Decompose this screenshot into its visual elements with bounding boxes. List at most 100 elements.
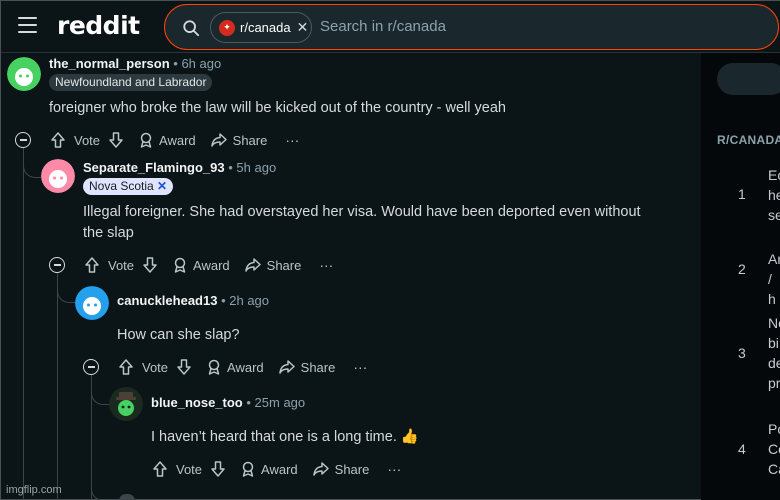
share-label: Share (232, 132, 268, 148)
award-button[interactable]: Award (171, 256, 230, 274)
sidebar-title: R/CANADA (717, 133, 780, 147)
thread-connector (57, 273, 75, 303)
comment-timestamp: 6h ago (181, 56, 222, 71)
rank-item-text: No bi de pr (768, 315, 780, 391)
avatar[interactable] (41, 159, 75, 193)
award-icon (208, 359, 220, 375)
thread-connector (91, 375, 109, 405)
collapse-thread-button[interactable] (15, 132, 31, 148)
comment-actions: Vote Award Share ··· (83, 254, 333, 276)
vote-label: Vote (142, 359, 169, 375)
subreddit-chip-label: r/canada (240, 20, 291, 35)
share-button[interactable]: Share (312, 460, 369, 478)
rank-item-text: Ec he se (768, 167, 780, 223)
user-flair: Newfoundland and Labrador (49, 74, 213, 91)
award-label: Award (227, 359, 264, 375)
right-sidebar: R/CANADA 1 Ec he se 2 Ar / h 3 No bi de … (701, 53, 780, 500)
comment-author[interactable]: the_normal_person • 6h ago (49, 56, 221, 71)
upvote-button[interactable] (49, 131, 67, 149)
share-button[interactable]: Share (278, 358, 336, 376)
avatar[interactable] (75, 286, 109, 320)
next-comment-avatar-partial (119, 494, 135, 500)
more-options-icon[interactable]: ··· (387, 461, 401, 477)
upvote-arrow-icon (119, 359, 133, 375)
user-flair: Nova Scotia ✕ (83, 178, 174, 195)
share-label: Share (300, 359, 336, 375)
rank-number: 3 (738, 345, 746, 361)
vote-label: Vote (74, 132, 101, 148)
share-icon (278, 360, 295, 374)
share-button[interactable]: Share (210, 131, 268, 149)
award-label: Award (159, 132, 196, 148)
comment-actions: Vote Award Share ··· (49, 129, 299, 151)
award-icon (140, 132, 152, 148)
downvote-button[interactable] (141, 256, 159, 274)
vote-label: Vote (176, 461, 203, 477)
award-icon (242, 461, 254, 477)
comment-author[interactable]: Separate_Flamingo_93 • 5h ago (83, 160, 276, 175)
rank-number: 4 (738, 441, 746, 457)
more-options-icon[interactable]: ··· (285, 132, 299, 148)
share-icon (210, 133, 227, 147)
award-label: Award (261, 461, 298, 477)
search-icon (183, 20, 200, 37)
more-options-icon[interactable]: ··· (353, 359, 367, 375)
comment-timestamp: 2h ago (229, 293, 270, 308)
upvote-arrow-icon (85, 257, 99, 273)
rank-item-text: Po Co Ca (768, 421, 780, 477)
award-button[interactable]: Award (137, 131, 196, 149)
avatar[interactable] (7, 57, 41, 91)
collapse-thread-button[interactable] (83, 359, 99, 375)
downvote-button[interactable] (209, 460, 227, 478)
share-icon (312, 462, 329, 476)
upvote-button[interactable] (83, 256, 101, 274)
award-button[interactable]: Award (239, 460, 298, 478)
rank-number: 2 (738, 261, 746, 277)
downvote-button[interactable] (175, 358, 193, 376)
share-button[interactable]: Share (244, 256, 302, 274)
search-bar[interactable]: ✦ r/canada ✕ (164, 4, 779, 50)
comment-body: How can she slap? (117, 327, 240, 343)
top-navigation-bar: reddit ✦ r/canada ✕ (1, 1, 780, 53)
collapse-thread-button[interactable] (49, 257, 65, 273)
downvote-arrow-icon (143, 257, 157, 273)
downvote-button[interactable] (107, 131, 125, 149)
thread-line-level-1 (57, 273, 58, 500)
comment-actions: Vote Award Share ··· (151, 458, 401, 480)
comment-timestamp: 25m ago (254, 395, 306, 410)
more-options-icon[interactable]: ··· (319, 257, 333, 273)
nova-scotia-flag-icon: ✕ (157, 179, 168, 193)
downvote-arrow-icon (211, 461, 225, 477)
watermark: imgflip.com (6, 484, 62, 496)
comment-timestamp: 5h ago (236, 160, 277, 175)
canada-flag-icon: ✦ (219, 19, 235, 36)
upvote-button[interactable] (151, 460, 169, 478)
award-button[interactable]: Award (205, 358, 264, 376)
comment-actions: Vote Award Share ··· (117, 356, 367, 378)
thread-connector (91, 456, 119, 500)
share-icon (244, 258, 261, 272)
upvote-button[interactable] (117, 358, 135, 376)
remove-filter-close-icon[interactable]: ✕ (297, 19, 309, 36)
comment-body: Illegal foreigner. She had overstayed he… (83, 204, 641, 241)
subreddit-filter-chip[interactable]: ✦ r/canada ✕ (210, 12, 312, 43)
share-label: Share (266, 257, 302, 273)
comment-author[interactable]: blue_nose_too • 25m ago (151, 395, 305, 410)
search-input[interactable] (320, 18, 740, 35)
vote-label: Vote (108, 257, 135, 273)
thread-line-level-0 (23, 148, 24, 500)
award-label: Award (193, 257, 230, 273)
sidebar-button[interactable] (717, 63, 780, 95)
avatar[interactable] (109, 387, 143, 421)
thread-connector (23, 148, 41, 178)
comment-author[interactable]: canucklehead13 • 2h ago (117, 293, 269, 308)
downvote-arrow-icon (109, 132, 123, 148)
rank-item-text: Ar / h (768, 251, 780, 307)
downvote-arrow-icon (177, 359, 191, 375)
upvote-arrow-icon (153, 461, 167, 477)
comment-body: foreigner who broke the law will be kick… (49, 100, 506, 116)
comment-body: I haven’t heard that one is a long time.… (151, 429, 419, 445)
upvote-arrow-icon (51, 132, 65, 148)
hamburger-menu-icon[interactable] (18, 17, 37, 33)
reddit-logo[interactable]: reddit (57, 11, 140, 40)
